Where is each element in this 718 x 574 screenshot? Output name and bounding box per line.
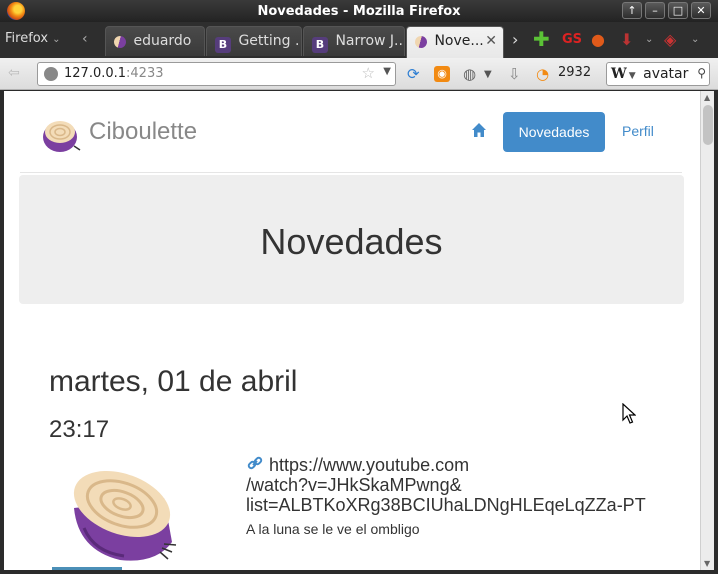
scrollbar-thumb[interactable] xyxy=(703,105,713,145)
feed-counter-icon[interactable]: ◔ xyxy=(536,65,549,83)
onion-logo-icon[interactable] xyxy=(40,115,82,155)
post-date: martes, 01 de abril xyxy=(49,365,298,398)
home-icon[interactable] xyxy=(471,122,487,138)
globe-addon-icon[interactable]: ◍ xyxy=(463,65,476,83)
tab-scroll-left-icon[interactable]: ‹ xyxy=(82,31,88,47)
download-addon-icon[interactable]: ⬇ xyxy=(620,30,633,49)
tab-bar: Firefox ⌄ ‹ eduardo B Getting ... B Narr… xyxy=(0,22,718,58)
url-port: :4233 xyxy=(126,66,164,81)
downloads-icon[interactable]: ⇩ xyxy=(508,65,521,83)
chevron-down-icon[interactable]: ▼ xyxy=(484,69,492,80)
search-input[interactable]: W ▼ avatar ⚲ xyxy=(606,62,710,86)
imdb-addon-icon[interactable]: ◈ xyxy=(664,30,676,49)
tab-scroll-right-icon[interactable]: › xyxy=(512,30,518,49)
post-time: 23:17 xyxy=(49,416,110,443)
rss-feed-icon[interactable]: ◉ xyxy=(434,66,450,82)
site-identity-icon[interactable] xyxy=(44,67,58,81)
tab-narrow-jumbotron[interactable]: B Narrow J... xyxy=(303,26,405,56)
post-divider xyxy=(52,567,122,570)
tab-novedades[interactable]: Nove... ✕ xyxy=(406,26,504,58)
scroll-down-icon[interactable]: ▼ xyxy=(704,559,710,568)
tab-getting-started[interactable]: B Getting ... xyxy=(206,26,302,56)
chevron-down-icon[interactable]: ▼ xyxy=(629,71,636,81)
window-title: Novedades - Mozilla Firefox xyxy=(257,4,461,19)
tab-label: Nove... xyxy=(434,33,484,49)
window-minimize-button[interactable]: – xyxy=(645,2,665,19)
back-arrow-icon[interactable]: ⇦ xyxy=(8,65,20,81)
mouse-cursor-icon xyxy=(622,403,636,424)
site-header: Ciboulette Novedades Perfil xyxy=(20,91,682,173)
window-maximize-button[interactable]: □ xyxy=(668,2,688,19)
page-viewport: Ciboulette Novedades Perfil Novedades ma… xyxy=(4,91,700,570)
tab-label: Getting ... xyxy=(238,33,302,49)
wikipedia-engine-icon[interactable]: W xyxy=(611,66,627,82)
feed-count: 2932 xyxy=(558,65,592,80)
chevron-down-icon[interactable]: ⌄ xyxy=(645,34,653,45)
bookmark-star-icon[interactable]: ☆ xyxy=(362,64,375,82)
post-link-line3: list=ALBTKoXRg38BCIUhaLDNgHLEqeLqZZa-PT xyxy=(246,495,646,515)
onion-favicon-icon xyxy=(111,33,129,51)
site-brand[interactable]: Ciboulette xyxy=(89,118,197,146)
post-link[interactable]: https://www.youtube.com /watch?v=JHkSkaM… xyxy=(246,455,676,515)
search-value: avatar xyxy=(643,66,689,82)
chevron-down-icon[interactable]: ⌄ xyxy=(691,34,699,45)
chevron-down-icon: ⌄ xyxy=(52,34,61,45)
reload-icon[interactable]: ⟳ xyxy=(407,65,420,83)
onion-thumbnail-image xyxy=(73,471,177,561)
nav-perfil-link[interactable]: Perfil xyxy=(622,123,654,139)
url-bar[interactable]: 127.0.0.1:4233 ☆ ▼ xyxy=(37,62,396,86)
tab-label: eduardo xyxy=(133,33,192,49)
jumbotron: Novedades xyxy=(19,175,684,304)
post-link-line1: https://www.youtube.com xyxy=(269,455,470,475)
post-link-line2: /watch?v=JHkSkaMPwng& xyxy=(246,475,462,495)
search-icon[interactable]: ⚲ xyxy=(697,66,706,80)
bootstrap-favicon-icon: B xyxy=(215,37,231,53)
firefox-menu-label: Firefox xyxy=(5,31,49,46)
url-dropdown-icon[interactable]: ▼ xyxy=(383,66,391,77)
scroll-up-icon[interactable]: ▲ xyxy=(704,93,710,102)
firefox-menu-button[interactable]: Firefox ⌄ xyxy=(5,31,61,46)
tab-eduardo[interactable]: eduardo xyxy=(105,26,205,56)
title-bar: Novedades - Mozilla Firefox ↑ – □ ✕ xyxy=(0,0,718,22)
navigation-bar: ⇦ 127.0.0.1:4233 ☆ ▼ ⟳ ◉ ◍ ▼ ⇩ ◔ 2932 W ▼… xyxy=(0,58,718,90)
post-description: A la luna se le ve el ombligo xyxy=(246,521,420,537)
window-close-button[interactable]: ✕ xyxy=(691,2,711,19)
tab-label: Narrow J... xyxy=(335,33,405,49)
bootstrap-favicon-icon: B xyxy=(312,37,328,53)
page-scrollbar[interactable]: ▲ ▼ xyxy=(700,91,714,570)
onion-favicon-icon xyxy=(412,33,430,51)
url-host: 127.0.0.1 xyxy=(64,66,127,81)
gs-addon-icon[interactable]: GS xyxy=(562,32,582,47)
page-title: Novedades xyxy=(260,221,443,262)
add-plus-icon[interactable]: ✚ xyxy=(533,27,550,51)
firefox-window: Novedades - Mozilla Firefox ↑ – □ ✕ Fire… xyxy=(0,0,718,574)
close-tab-icon[interactable]: ✕ xyxy=(485,33,497,49)
addon-face-icon[interactable]: ● xyxy=(591,30,605,49)
window-raise-button[interactable]: ↑ xyxy=(622,2,642,19)
nav-novedades-button[interactable]: Novedades xyxy=(503,112,605,152)
